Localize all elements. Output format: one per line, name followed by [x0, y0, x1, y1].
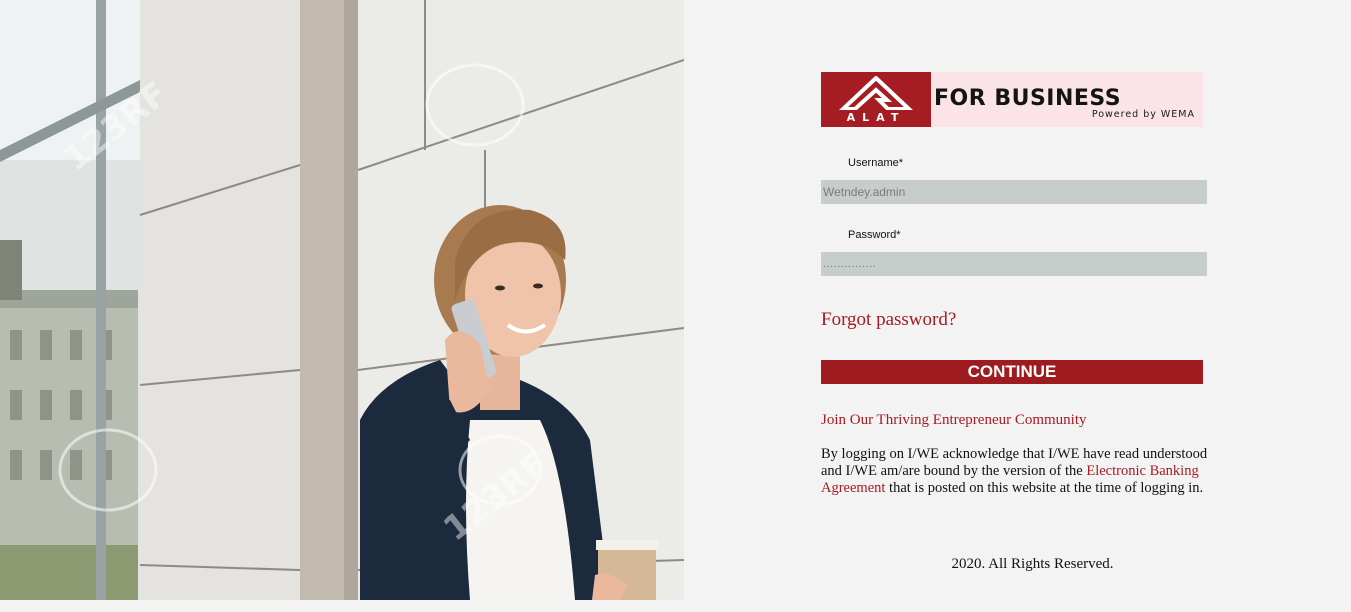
logo-title: FOR BUSINESS — [934, 86, 1122, 111]
username-input[interactable] — [821, 180, 1207, 204]
username-label: Username* — [848, 157, 904, 169]
businesswoman-phone-image: 123RF 123RF — [0, 0, 684, 600]
password-input[interactable] — [821, 252, 1207, 276]
continue-button[interactable]: CONTINUE — [821, 360, 1203, 384]
logo-subtitle: Powered by WEMA — [1091, 109, 1195, 120]
forgot-password-link[interactable]: Forgot password? — [821, 309, 956, 331]
logo-alat-text: ALAT — [846, 111, 906, 124]
join-community-link[interactable]: Join Our Thriving Entrepreneur Community — [821, 412, 1087, 429]
password-label: Password* — [848, 229, 901, 241]
logo-wordmark: FOR BUSINESS Powered by WEMA — [931, 72, 1203, 127]
alat-triangle-icon — [839, 76, 913, 110]
hero-photo: 123RF 123RF — [0, 0, 684, 600]
acknowledgement-text: By logging on I/WE acknowledge that I/WE… — [821, 446, 1211, 497]
alat-for-business-logo: ALAT FOR BUSINESS Powered by WEMA — [821, 72, 1203, 127]
acknowledgement-after: that is posted on this website at the ti… — [885, 480, 1204, 496]
login-panel: ALAT FOR BUSINESS Powered by WEMA Userna… — [684, 0, 1351, 612]
copyright-footer: 2020. All Rights Reserved. — [951, 556, 1114, 572]
alat-logo-mark: ALAT — [821, 72, 931, 127]
